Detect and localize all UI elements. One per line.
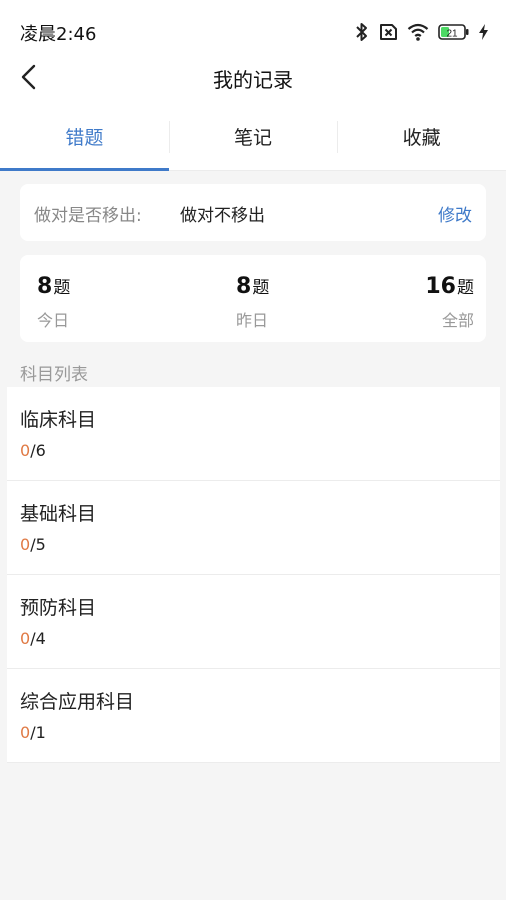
stat-all-unit: 题 [457, 278, 474, 298]
page-title: 我的记录 [213, 68, 293, 92]
tab-wrong-questions[interactable]: 错题 [0, 102, 169, 171]
edit-setting-button[interactable]: 修改 [438, 201, 472, 226]
subject-list: 临床科目 0/6 基础科目 0/5 预防科目 0/4 综合应用科目 0/1 [7, 387, 500, 763]
progress-done: 0 [20, 441, 31, 460]
section-title: 科目列表 [20, 365, 88, 385]
subject-name: 基础科目 [20, 503, 97, 525]
stat-all-label: 全部 [441, 311, 474, 330]
stat-today-count: 8 [37, 274, 53, 299]
subject-progress: 0/5 [20, 535, 46, 554]
stat-yesterday-unit: 题 [252, 278, 270, 298]
tab-bar: 错题 笔记 收藏 [0, 102, 506, 171]
bluetooth-icon [355, 22, 369, 42]
svg-text:21: 21 [446, 29, 458, 40]
subject-progress: 0/1 [20, 723, 46, 742]
subject-name: 预防科目 [20, 597, 97, 619]
progress-total: /1 [30, 723, 46, 742]
remove-setting-card: 做对是否移出: 做对不移出 修改 [20, 184, 486, 241]
list-item[interactable]: 临床科目 0/6 [7, 387, 500, 481]
tab-favorites[interactable]: 收藏 [337, 102, 506, 170]
progress-done: 0 [20, 629, 31, 648]
progress-total: /4 [30, 629, 46, 648]
list-item[interactable]: 预防科目 0/4 [7, 575, 500, 669]
stat-all-count: 16 [425, 274, 456, 299]
remove-setting-label: 做对是否移出: [34, 206, 142, 226]
battery-icon: 21 [438, 23, 470, 41]
subject-progress: 0/4 [20, 629, 46, 648]
sim-x-icon [378, 23, 398, 41]
stats-card: 8 题 今日 8 题 昨日 16 题 全部 [20, 255, 486, 342]
wifi-icon [407, 23, 429, 41]
stat-yesterday-count: 8 [236, 274, 252, 299]
progress-total: /5 [30, 535, 46, 554]
subject-progress: 0/6 [20, 441, 46, 460]
subject-name: 临床科目 [20, 409, 97, 431]
header: 我的记录 [0, 52, 506, 102]
list-item[interactable]: 综合应用科目 0/1 [7, 669, 500, 763]
list-item[interactable]: 基础科目 0/5 [7, 481, 500, 575]
stat-all[interactable]: 16 题 全部 [425, 273, 474, 331]
stat-today-unit: 题 [53, 278, 71, 298]
remove-setting-value: 做对不移出 [180, 206, 265, 226]
stat-yesterday[interactable]: 8 题 昨日 [236, 273, 269, 331]
status-time: 凌晨2:46 [20, 24, 97, 45]
progress-done: 0 [20, 535, 31, 554]
progress-done: 0 [20, 723, 31, 742]
charging-icon [479, 24, 488, 40]
status-icons: 21 [355, 20, 488, 44]
stat-today-label: 今日 [37, 311, 70, 330]
subject-name: 综合应用科目 [20, 691, 135, 713]
progress-total: /6 [30, 441, 46, 460]
tab-notes[interactable]: 笔记 [168, 102, 338, 170]
stat-today[interactable]: 8 题 今日 [37, 273, 70, 331]
stat-yesterday-label: 昨日 [236, 311, 269, 330]
